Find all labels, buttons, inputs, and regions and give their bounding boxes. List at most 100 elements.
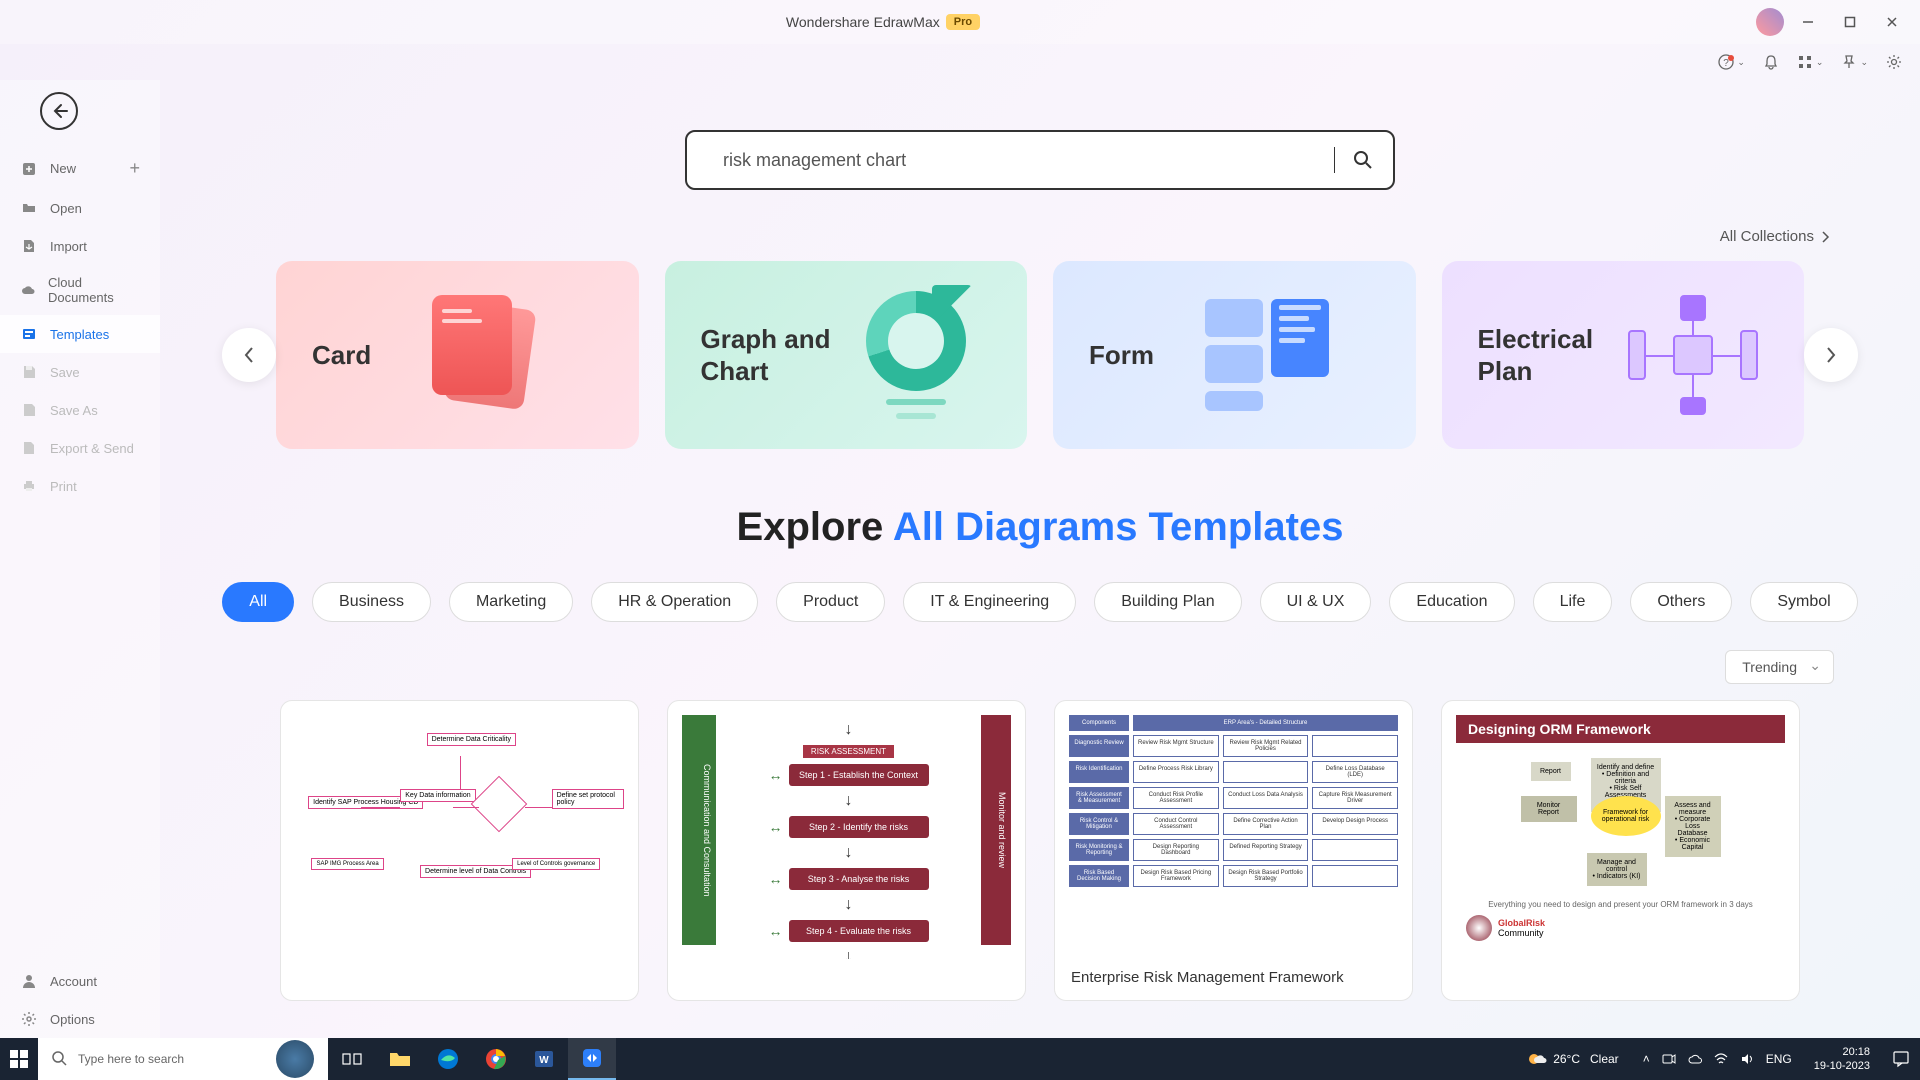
search-button[interactable]: [1353, 150, 1373, 170]
toolbar-secondary: ? ⌄ ⌄ ⌄: [0, 44, 1920, 80]
volume-icon[interactable]: [1740, 1052, 1754, 1066]
category-label: Form: [1089, 339, 1154, 372]
chip-hr-operation[interactable]: HR & Operation: [591, 582, 758, 622]
search-box: [685, 130, 1395, 190]
tray-chevron-up-icon[interactable]: ˄: [1643, 1052, 1650, 1066]
sidebar-item-label: Templates: [50, 327, 109, 342]
taskbar-edge[interactable]: [424, 1038, 472, 1080]
template-preview: Designing ORM Framework Identify and def…: [1442, 701, 1799, 959]
task-view-button[interactable]: [328, 1038, 376, 1080]
category-label: Electrical Plan: [1478, 323, 1618, 388]
chip-marketing[interactable]: Marketing: [449, 582, 573, 622]
sidebar-item-open[interactable]: Open: [0, 189, 160, 227]
pv2-right: Monitor and review: [981, 715, 1011, 945]
taskbar-explorer[interactable]: [376, 1038, 424, 1080]
sidebar-item-templates[interactable]: Templates: [0, 315, 160, 353]
category-form[interactable]: Form: [1053, 261, 1416, 449]
template-preview: Communication and Consultation ↓ RISK AS…: [668, 701, 1025, 959]
user-avatar[interactable]: [1756, 8, 1784, 36]
search-input[interactable]: [723, 150, 1316, 171]
taskbar-search-placeholder: Type here to search: [78, 1052, 184, 1066]
weather-icon: [1527, 1049, 1547, 1069]
category-label: Graph and Chart: [701, 323, 841, 388]
chip-symbol[interactable]: Symbol: [1750, 582, 1857, 622]
sidebar-item-label: Save: [50, 365, 80, 380]
app-title: Wondershare EdrawMax: [786, 14, 940, 30]
pv2-step3: Step 3 - Analyse the risks: [789, 868, 929, 890]
sidebar-item-label: Save As: [50, 403, 98, 418]
print-icon: [20, 477, 38, 495]
chip-building-plan[interactable]: Building Plan: [1094, 582, 1241, 622]
pv4-banner: Designing ORM Framework: [1456, 715, 1785, 743]
close-button[interactable]: [1874, 8, 1910, 36]
taskbar-chrome[interactable]: [472, 1038, 520, 1080]
tray-icons: ˄ ENG: [1633, 1052, 1802, 1066]
taskbar-word[interactable]: W: [520, 1038, 568, 1080]
taskbar-edrawmax[interactable]: [568, 1038, 616, 1080]
maximize-button[interactable]: [1832, 8, 1868, 36]
help-icon[interactable]: ? ⌄: [1718, 54, 1745, 70]
chip-ui-ux[interactable]: UI & UX: [1260, 582, 1372, 622]
sort-dropdown[interactable]: Trending: [1725, 650, 1834, 684]
sidebar-item-save-as: Save As: [0, 391, 160, 429]
grid-icon[interactable]: ⌄: [1797, 54, 1824, 70]
title-bar: Wondershare EdrawMax Pro: [0, 0, 1920, 44]
main-content: All Collections Card: [160, 80, 1920, 1038]
gear-icon[interactable]: [1886, 54, 1902, 70]
sidebar-item-label: Import: [50, 239, 87, 254]
template-card[interactable]: Communication and Consultation ↓ RISK AS…: [667, 700, 1026, 1001]
sidebar-item-print: Print: [0, 467, 160, 505]
tray-lang[interactable]: ENG: [1766, 1052, 1792, 1066]
back-button[interactable]: [40, 92, 78, 130]
pv2-step4: Step 4 - Evaluate the risks: [789, 920, 929, 942]
sidebar-item-label: New: [50, 161, 76, 176]
pv4-center: Framework for operational risk: [1591, 796, 1661, 836]
pv4-foot: Everything you need to design and presen…: [1456, 898, 1785, 911]
chip-education[interactable]: Education: [1389, 582, 1514, 622]
chip-business[interactable]: Business: [312, 582, 431, 622]
add-icon[interactable]: +: [129, 158, 140, 179]
import-icon: [20, 237, 38, 255]
chip-product[interactable]: Product: [776, 582, 885, 622]
template-preview: Determine Data Criticality Identify SAP …: [281, 701, 638, 959]
taskbar-clock[interactable]: 20:18 19-10-2023: [1802, 1045, 1882, 1074]
minimize-button[interactable]: [1790, 8, 1826, 36]
notifications-button[interactable]: [1882, 1038, 1920, 1080]
category-card[interactable]: Card: [276, 261, 639, 449]
carousel-next-button[interactable]: [1804, 328, 1858, 382]
sidebar-item-import[interactable]: Import: [0, 227, 160, 265]
bell-icon[interactable]: [1763, 54, 1779, 70]
all-collections-link[interactable]: All Collections: [1720, 228, 1830, 245]
category-electrical-plan[interactable]: Electrical Plan: [1442, 261, 1805, 449]
chip-life[interactable]: Life: [1533, 582, 1613, 622]
export-icon: [20, 439, 38, 457]
category-graph-chart[interactable]: Graph and Chart: [665, 261, 1028, 449]
category-label: Card: [312, 339, 371, 372]
start-button[interactable]: [0, 1038, 38, 1080]
taskbar-search[interactable]: Type here to search: [38, 1038, 328, 1080]
sidebar-item-options[interactable]: Options: [0, 1000, 160, 1038]
pin-icon[interactable]: ⌄: [1841, 54, 1868, 70]
search-icon: [52, 1051, 68, 1067]
wifi-icon[interactable]: [1714, 1052, 1728, 1066]
meet-now-icon[interactable]: [1662, 1052, 1676, 1066]
pro-badge: Pro: [946, 14, 980, 30]
sidebar-item-cloud[interactable]: Cloud Documents: [0, 265, 160, 315]
sidebar-item-label: Account: [50, 974, 97, 989]
sort-value: Trending: [1742, 659, 1797, 675]
weather-cond: Clear: [1590, 1052, 1619, 1066]
carousel-prev-button[interactable]: [222, 328, 276, 382]
chip-all[interactable]: All: [222, 582, 294, 622]
template-card[interactable]: Designing ORM Framework Identify and def…: [1441, 700, 1800, 1001]
chip-others[interactable]: Others: [1630, 582, 1732, 622]
onedrive-icon[interactable]: [1688, 1052, 1702, 1066]
chip-it-engineering[interactable]: IT & Engineering: [903, 582, 1076, 622]
template-card[interactable]: ComponentsERP Area's - Detailed Structur…: [1054, 700, 1413, 1001]
save-as-icon: [20, 401, 38, 419]
taskbar-weather[interactable]: 26°C Clear: [1513, 1049, 1633, 1069]
form-illustration: [1154, 299, 1380, 411]
sidebar-item-new[interactable]: New +: [0, 148, 160, 189]
template-card[interactable]: Determine Data Criticality Identify SAP …: [280, 700, 639, 1001]
sidebar-item-account[interactable]: Account: [0, 962, 160, 1000]
pv2-hdr: RISK ASSESSMENT: [803, 745, 894, 758]
